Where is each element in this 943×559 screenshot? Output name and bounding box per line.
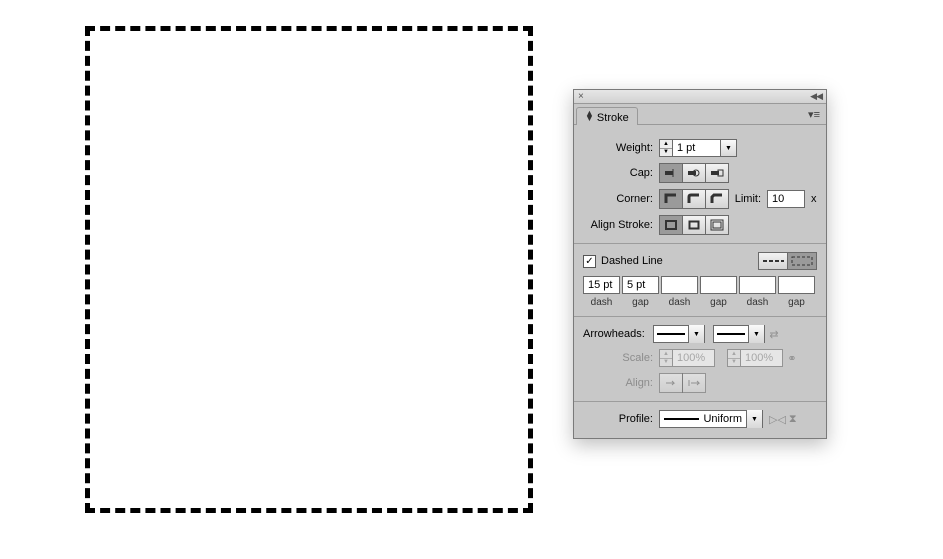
tab-label: Stroke [597, 112, 629, 124]
panel-titlebar[interactable]: × ◀◀ [574, 90, 826, 104]
panel-menu-icon[interactable]: ▾≡ [802, 105, 826, 124]
dash-field-3[interactable] [739, 276, 776, 294]
weight-label: Weight: [583, 142, 659, 154]
gap-col-label: gap [622, 297, 659, 308]
dashed-line-checkbox[interactable]: ✓ [583, 255, 596, 268]
gap-col-label: gap [778, 297, 815, 308]
gap-field-3[interactable] [778, 276, 815, 294]
arrowhead-none-icon [657, 333, 685, 335]
tab-stroke[interactable]: ▲▼Stroke [576, 107, 638, 125]
weight-dropdown-button[interactable]: ▼ [721, 139, 737, 157]
profile-uniform-icon [664, 418, 699, 420]
cap-butt-button[interactable] [659, 163, 683, 183]
corner-label: Corner: [583, 193, 659, 205]
cap-button-group [659, 163, 729, 183]
scale-end-stepper: ▲▼ [727, 349, 741, 367]
dash-col-label: dash [739, 297, 776, 308]
link-scale-icon: ⚭ [783, 349, 801, 367]
panel-body: Weight: ▲▼ ▼ Cap: Corner: Limit: x [574, 124, 826, 438]
scale-start-field [673, 349, 715, 367]
corner-button-group [659, 189, 729, 209]
cap-projecting-button[interactable] [705, 163, 729, 183]
align-stroke-label: Align Stroke: [583, 219, 659, 231]
close-icon[interactable]: × [574, 91, 588, 102]
canvas-dashed-rectangle [85, 26, 533, 513]
limit-suffix: x [811, 193, 817, 205]
dash-field-2[interactable] [661, 276, 698, 294]
flip-along-icon: ▷◁ [769, 413, 786, 426]
scale-end-field [741, 349, 783, 367]
dash-col-label: dash [583, 297, 620, 308]
arrow-align-extend-button [659, 373, 683, 393]
gap-field-2[interactable] [700, 276, 737, 294]
profile-label: Profile: [583, 413, 659, 425]
limit-label: Limit: [729, 193, 767, 205]
dash-field-1[interactable] [583, 276, 620, 294]
panel-tab-bar: ▲▼Stroke ▾≡ [574, 104, 826, 124]
flip-across-icon: ⧗ [789, 413, 797, 426]
scale-label: Scale: [583, 352, 659, 364]
dash-col-label: dash [661, 297, 698, 308]
stroke-panel: × ◀◀ ▲▼Stroke ▾≡ Weight: ▲▼ ▼ Cap: Corne… [573, 89, 827, 439]
arrow-align-label: Align: [583, 377, 659, 389]
align-stroke-inside-button[interactable] [682, 215, 706, 235]
limit-field[interactable] [767, 190, 805, 208]
corner-miter-button[interactable] [659, 189, 683, 209]
align-stroke-button-group [659, 215, 729, 235]
tab-updown-icon: ▲▼ [585, 111, 594, 121]
gap-col-label: gap [700, 297, 737, 308]
profile-value: Uniform [703, 413, 742, 425]
arrow-align-tip-button [682, 373, 706, 393]
cap-label: Cap: [583, 167, 659, 179]
gap-field-1[interactable] [622, 276, 659, 294]
arrowhead-none-icon [717, 333, 745, 335]
corner-bevel-button[interactable] [705, 189, 729, 209]
swap-arrowheads-icon[interactable]: ⇄ [765, 325, 783, 343]
cap-round-button[interactable] [682, 163, 706, 183]
dash-preserve-exact-button[interactable] [758, 252, 788, 270]
weight-stepper[interactable]: ▲▼ [659, 139, 673, 157]
align-stroke-center-button[interactable] [659, 215, 683, 235]
arrowhead-end-dropdown[interactable]: ▼ [713, 325, 765, 343]
scale-start-stepper: ▲▼ [659, 349, 673, 367]
dash-preserve-aligned-button[interactable] [787, 252, 817, 270]
arrowheads-label: Arrowheads: [583, 328, 653, 340]
profile-dropdown[interactable]: Uniform ▼ [659, 410, 763, 428]
collapse-icon[interactable]: ◀◀ [806, 91, 826, 102]
arrowhead-start-dropdown[interactable]: ▼ [653, 325, 705, 343]
corner-round-button[interactable] [682, 189, 706, 209]
dashed-line-label: Dashed Line [601, 255, 663, 267]
weight-field[interactable] [673, 139, 721, 157]
align-stroke-outside-button[interactable] [705, 215, 729, 235]
